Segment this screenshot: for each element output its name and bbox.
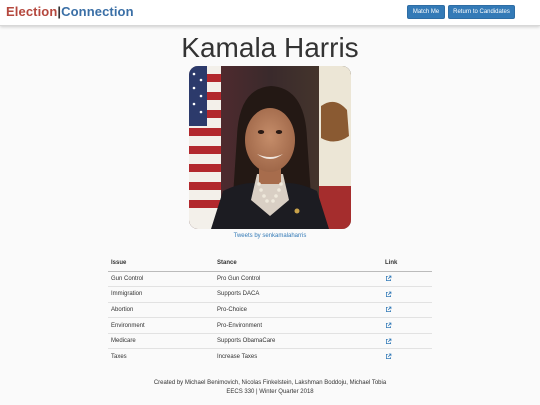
return-to-candidates-button[interactable]: Return to Candidates (448, 5, 515, 19)
header-stance: Stance (214, 256, 382, 272)
external-link-icon[interactable] (385, 322, 392, 329)
footer-credits: Created by Michael Benimovich, Nicolas F… (153, 380, 387, 386)
table-row: Medicare Supports ObamaCare (108, 332, 432, 349)
external-link-icon[interactable] (385, 306, 392, 313)
stance-cell: Pro-Choice (214, 301, 382, 318)
brand-election[interactable]: Election (6, 4, 57, 19)
candidate-name: Kamala Harris (181, 32, 359, 63)
candidate-photo (189, 66, 351, 229)
table-row: Abortion Pro-Choice (108, 301, 432, 318)
stance-cell: Increase Taxes (214, 348, 382, 365)
table-header-row: Issue Stance Link (108, 256, 432, 272)
stance-cell: Pro-Environment (214, 317, 382, 334)
match-me-button[interactable]: Match Me (407, 5, 445, 19)
external-link-icon[interactable] (385, 291, 392, 298)
brand-logo[interactable]: Election|Connection (6, 4, 134, 19)
table-row: Environment Pro-Environment (108, 317, 432, 334)
issue-cell: Environment (108, 317, 214, 334)
page-footer: Created by Michael Benimovich, Nicolas F… (0, 379, 540, 396)
header-link: Link (382, 256, 432, 272)
table-row: Taxes Increase Taxes (108, 348, 432, 365)
issue-cell: Abortion (108, 301, 214, 318)
issue-cell: Medicare (108, 332, 214, 349)
header-issue: Issue (108, 256, 214, 272)
stance-cell: Pro Gun Control (214, 270, 382, 287)
stance-cell: Supports DACA (214, 286, 382, 303)
tweets-link[interactable]: Tweets by senkamalaharris (0, 233, 540, 239)
table-row: Immigration Supports DACA (108, 286, 432, 303)
external-link-icon[interactable] (385, 338, 392, 345)
issue-cell: Immigration (108, 286, 214, 303)
external-link-icon[interactable] (385, 353, 392, 360)
issue-cell: Gun Control (108, 270, 214, 287)
top-navbar: Election|Connection Match Me Return to C… (0, 0, 540, 26)
table-row: Gun Control Pro Gun Control (108, 270, 432, 287)
issue-cell: Taxes (108, 348, 214, 365)
issues-table: Issue Stance Link Gun Control Pro Gun Co… (108, 256, 432, 365)
stance-cell: Supports ObamaCare (214, 332, 382, 349)
footer-course: EECS 330 | Winter Quarter 2018 (226, 388, 314, 395)
external-link-icon[interactable] (385, 275, 392, 282)
brand-connection[interactable]: Connection (61, 4, 134, 19)
